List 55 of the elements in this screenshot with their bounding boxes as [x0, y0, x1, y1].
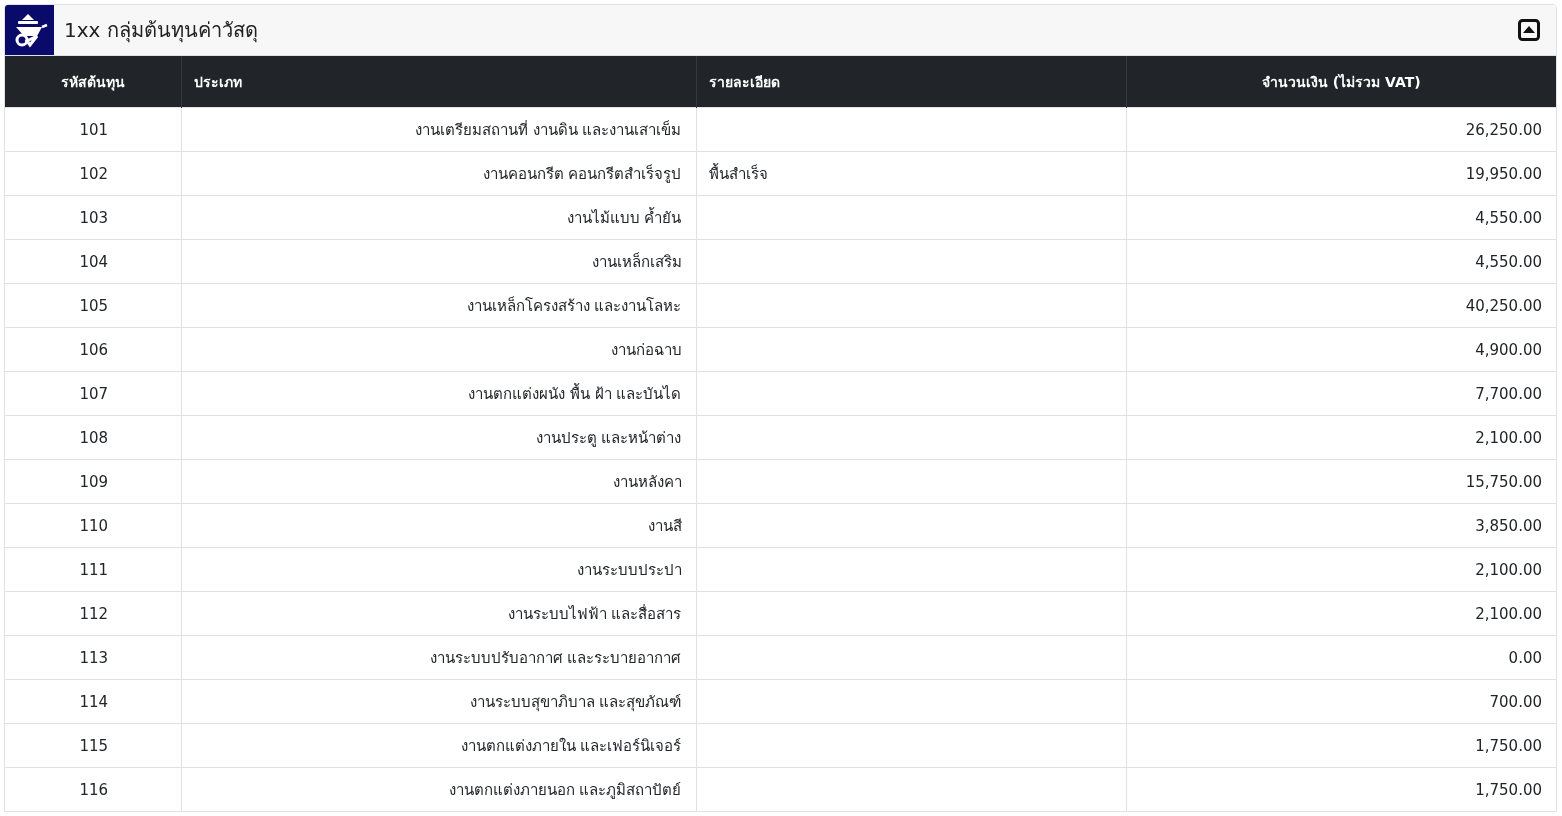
table-cell: 103 — [79, 208, 109, 227]
table-cell: 4,550.00 — [1475, 208, 1542, 227]
table-cell: 113 — [79, 648, 109, 667]
table-cell: งานประตู และหน้าต่าง — [535, 428, 682, 447]
table-cell: 111 — [79, 560, 109, 579]
table-cell: 114 — [79, 692, 109, 711]
table-cell: 104 — [79, 252, 109, 271]
table-cell: 4,550.00 — [1475, 252, 1542, 271]
table-cell: 106 — [79, 340, 109, 359]
table-cell: 19,950.00 — [1465, 164, 1542, 183]
table-cell: งานก่อฉาบ — [610, 340, 682, 359]
table-cell: 0.00 — [1508, 648, 1542, 667]
table-cell: งานสี — [647, 516, 682, 535]
table-cell: งานตกแต่งภายนอก และภูมิสถาปัตย์ — [448, 780, 682, 799]
table-cell: 40,250.00 — [1465, 296, 1542, 315]
column-header: ประเภท — [181, 56, 696, 108]
table-cell: 700.00 — [1489, 692, 1542, 711]
table-cell: งานไม้แบบ ค้ำยัน — [566, 208, 682, 227]
table-cell: งานตกแต่งผนัง พื้น ฝ้า และบันได — [468, 384, 682, 403]
table-cell: 2,100.00 — [1475, 428, 1542, 447]
table-cell: 110 — [79, 516, 109, 535]
table-cell: 112 — [79, 604, 109, 623]
table-cell: 101 — [79, 120, 109, 139]
table-cell: งานเหล็กเสริม — [591, 252, 682, 271]
table-cell: งานเหล็กโครงสร้าง และงานโลหะ — [466, 296, 682, 315]
table-cell: งานตกแต่งภายใน และเฟอร์นิเจอร์ — [460, 736, 682, 755]
table-cell: งานคอนกรีต คอนกรีตสำเร็จรูป — [482, 164, 682, 183]
panel-title: 1xx กลุ่มต้นทุนค่าวัสดุ — [64, 17, 259, 45]
table-cell: พื้นสำเร็จ — [708, 164, 768, 183]
table-cell: 1,750.00 — [1475, 780, 1542, 799]
column-header: รายละเอียด — [696, 56, 1126, 108]
table-cell: งานระบบประปา — [576, 560, 682, 579]
table-cell: 2,100.00 — [1475, 604, 1542, 623]
table-cell: 109 — [79, 472, 109, 491]
table-cell: 108 — [79, 428, 109, 447]
table-cell: 115 — [79, 736, 109, 755]
table-cell: งานระบบไฟฟ้า และสื่อสาร — [507, 604, 682, 623]
table-cell: งานระบบสุขาภิบาล และสุขภัณฑ์ — [469, 692, 682, 711]
table-cell: 3,850.00 — [1475, 516, 1542, 535]
table-cell: งานหลังคา — [612, 472, 682, 491]
table-cell: งานระบบปรับอากาศ และระบายอากาศ — [429, 648, 682, 667]
table-cell: 4,900.00 — [1475, 340, 1542, 359]
table-cell: 102 — [79, 164, 109, 183]
column-header: รหัสต้นทุน — [5, 56, 181, 108]
table-cell: งานเตรียมสถานที่ งานดิน และงานเสาเข็ม — [414, 120, 682, 139]
table-cell: 2,100.00 — [1475, 560, 1542, 579]
table-cell: 105 — [79, 296, 109, 315]
table-cell: 26,250.00 — [1465, 120, 1542, 139]
table-cell: 1,750.00 — [1475, 736, 1542, 755]
table-cell: 107 — [79, 384, 109, 403]
column-header: จำนวนเงิน (ไม่รวม VAT) — [1126, 56, 1556, 108]
table-cell: 7,700.00 — [1475, 384, 1542, 403]
table-cell: 116 — [79, 780, 109, 799]
table-cell: 15,750.00 — [1465, 472, 1542, 491]
collapse-button[interactable] — [1518, 19, 1540, 41]
